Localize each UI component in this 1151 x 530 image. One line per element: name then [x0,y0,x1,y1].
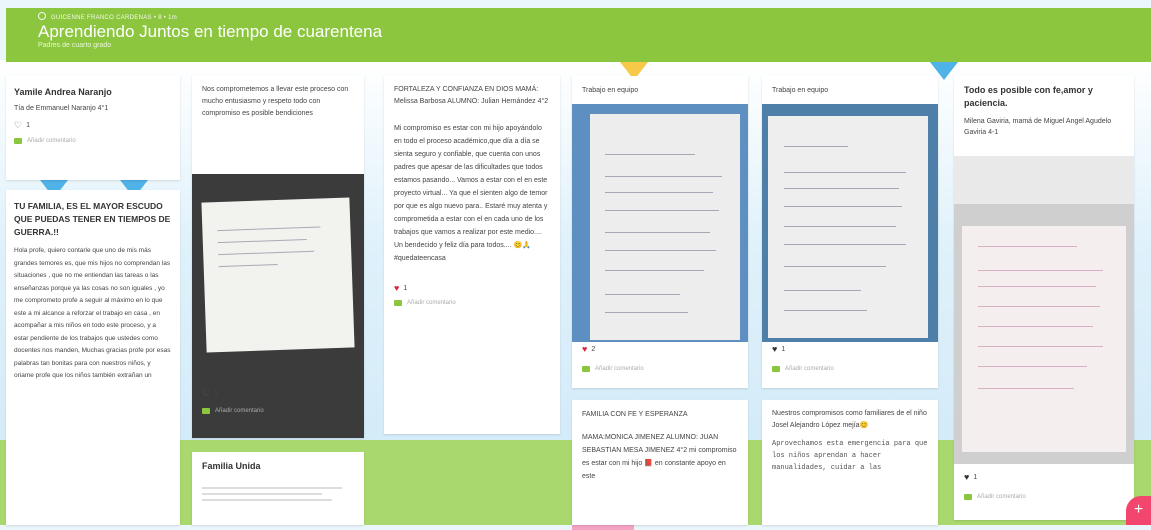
heart-filled-icon[interactable]: ♥ [964,472,969,482]
comment-row[interactable]: Añadir comentario [202,408,264,414]
handwritten-page [590,114,740,340]
post-subtitle: Milena Gaviria, mamá de Miguel Angel Agu… [964,118,1112,136]
like-row: ♥ 1 [772,344,785,354]
post-body: Nuestros compromisos como familiares de … [772,410,927,429]
breadcrumb: GUICENNE FRANCO CARDENAS • 8 • 1m [38,12,177,21]
breadcrumb-user[interactable]: GUICENNE FRANCO CARDENAS [51,15,152,21]
comment-row[interactable]: Añadir comentario [394,300,550,306]
like-count: 1 [214,390,218,397]
breadcrumb-count: • 8 • [153,15,167,21]
post-card[interactable]: FORTALEZA Y CONFIANZA EN DIOS MAMÁ: Meli… [384,76,560,434]
post-card[interactable]: Nuestros compromisos como familiares de … [762,400,938,525]
add-post-button[interactable]: + [1126,496,1151,525]
comment-icon [772,366,780,372]
like-row: ♥ 2 [582,344,595,354]
post-card[interactable]: TU FAMILIA, ES EL MAYOR ESCUDO QUE PUEDA… [6,190,180,525]
post-photo[interactable] [572,104,748,342]
breadcrumb-time: 1m [168,15,178,21]
heart-outline-icon[interactable]: ♡ [202,388,210,399]
post-title: Yamile Andrea Naranjo [14,87,112,97]
post-title: Todo es posible con fe,amor y paciencia. [964,85,1093,108]
comment-icon [14,138,22,144]
add-comment-link[interactable]: Añadir comentario [215,408,264,414]
comment-icon [582,366,590,372]
post-body: Trabajo en equipo [582,87,639,94]
heart-outline-icon[interactable]: ♡ [14,120,22,131]
comment-icon [202,408,210,414]
board-title: Aprendiendo Juntos en tiempo de cuarente… [38,22,383,41]
post-body: Nos comprometemos a llevar este proceso … [202,86,349,117]
comment-icon [394,300,402,306]
like-row: ♡ 1 [202,388,218,399]
comment-row[interactable]: Añadir comentario [14,138,172,144]
post-card[interactable]: Nos comprometemos a llevar este proceso … [192,76,364,438]
post-card[interactable]: Yamile Andrea Naranjo Tía de Emmanuel Na… [6,76,180,180]
add-comment-link[interactable]: Añadir comentario [407,300,456,306]
like-count: 1 [26,122,30,129]
like-count: 1 [973,473,978,481]
board-subtitle: Padres de cuarto grado [38,42,112,49]
comment-row[interactable]: Añadir comentario [582,366,644,372]
post-title: TU FAMILIA, ES EL MAYOR ESCUDO QUE PUEDA… [14,201,171,237]
comment-icon [964,494,972,500]
post-body: Trabajo en equipo [772,87,829,94]
post-photo[interactable] [762,104,938,342]
handwritten-page [962,226,1126,452]
like-count: 2 [591,345,596,353]
post-card[interactable]: Trabajo en equipo ♥ 1 Añadir comentario [762,76,938,388]
add-comment-link[interactable]: Añadir comentario [595,366,644,372]
post-body: Hola profe, quiero contarle que uno de m… [14,247,171,379]
post-body: Mi compromiso es estar con mi hijo apoyá… [394,125,548,262]
like-row: ♥ 1 [964,472,977,482]
add-comment-link[interactable]: Añadir comentario [977,494,1026,500]
like-count: 1 [781,345,786,353]
heart-filled-icon[interactable]: ♥ [772,344,777,354]
post-card[interactable]: Familia Unida [192,452,364,525]
like-row: ♥ 1 [394,283,550,293]
add-comment-link[interactable]: Añadir comentario [27,138,76,144]
refresh-icon[interactable] [38,12,46,20]
post-title: FAMILIA CON FE Y ESPERANZA [582,411,688,418]
comment-row[interactable]: Añadir comentario [772,366,834,372]
like-row: ♡ 1 [14,120,172,131]
post-card[interactable]: Trabajo en equipo ♥ 2 Añadir comentario [572,76,748,388]
like-count: 1 [403,284,408,292]
post-title: Familia Unida [202,461,261,471]
notebook-page [201,197,355,353]
heart-filled-icon[interactable]: ♥ [394,283,399,293]
post-body-header: FORTALEZA Y CONFIANZA EN DIOS MAMÁ: Meli… [394,86,549,105]
post-card[interactable]: FAMILIA CON FE Y ESPERANZA MAMA:MONICA J… [572,400,748,525]
comment-row[interactable]: Añadir comentario [964,494,1026,500]
post-subtitle: Tía de Emmanuel Naranjo 4°1 [14,105,109,112]
handwritten-page [768,116,928,338]
board-header: GUICENNE FRANCO CARDENAS • 8 • 1m Aprend… [6,8,1151,62]
post-photo[interactable] [954,156,1134,464]
post-body-mono: Aprovechamos esta emergencia para que lo… [772,440,928,472]
post-body: MAMA:MONICA JIMENEZ ALUMNO: JUAN SEBASTI… [582,434,737,480]
post-card[interactable]: Todo es posible con fe,amor y paciencia.… [954,76,1134,520]
add-comment-link[interactable]: Añadir comentario [785,366,834,372]
heart-filled-icon[interactable]: ♥ [582,344,587,354]
